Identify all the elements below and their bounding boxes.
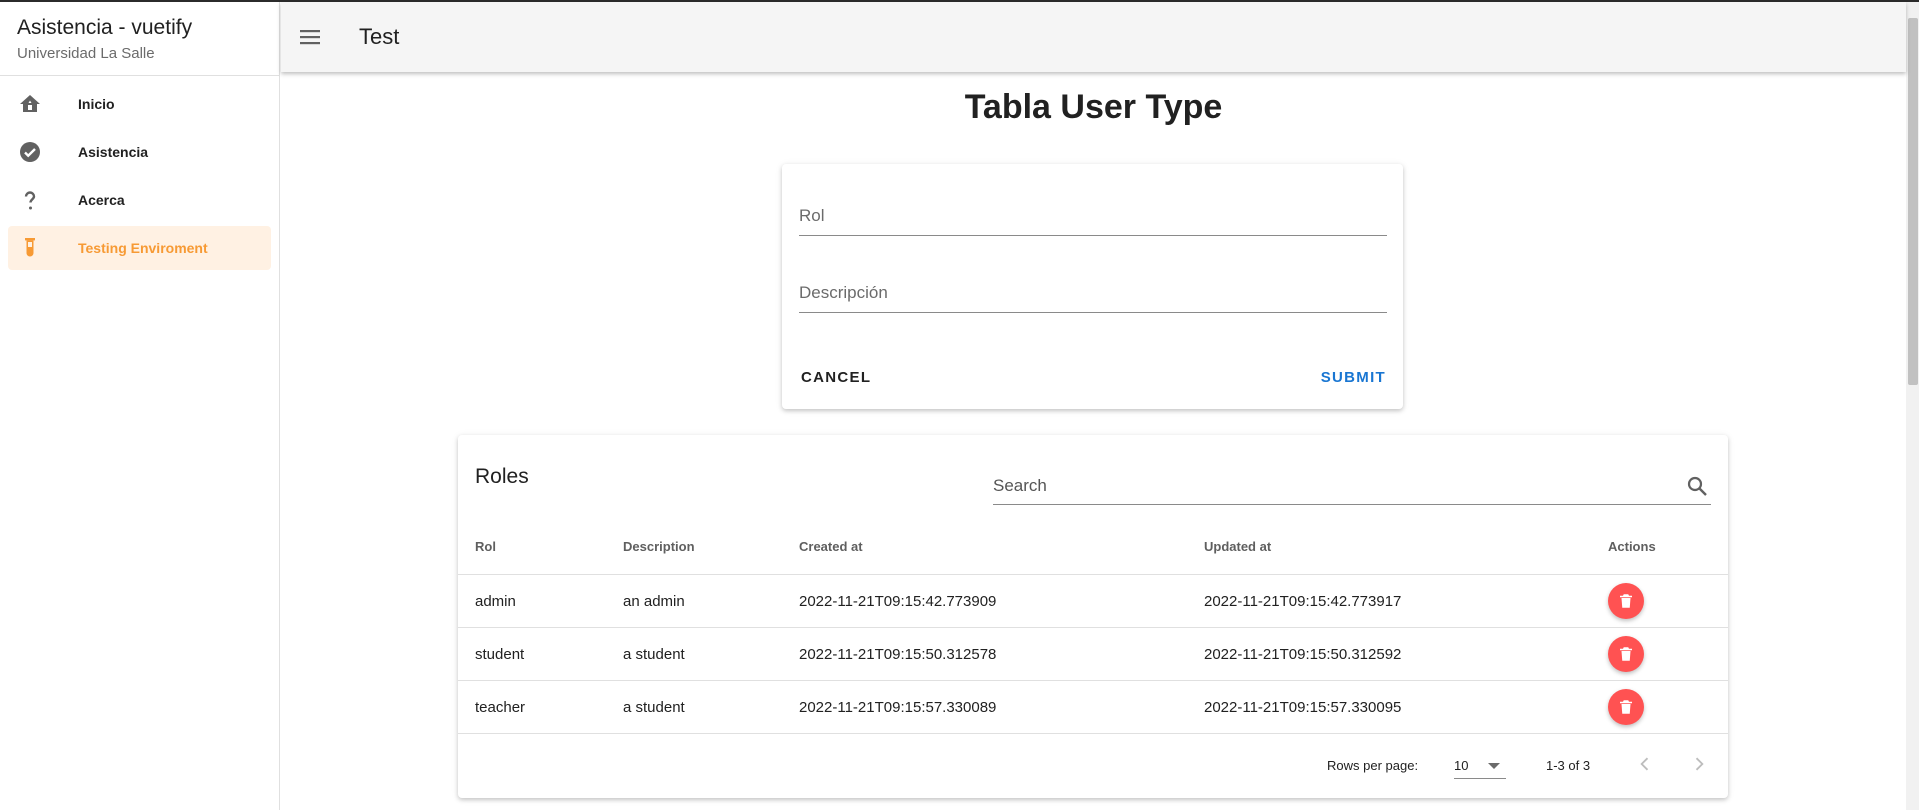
cell-description: a student [623,646,685,663]
user-type-form: Rol Descripción CANCEL SUBMIT [782,164,1403,409]
table-row: student a student 2022-11-21T09:15:50.31… [458,628,1728,681]
previous-page-button[interactable] [1630,749,1660,779]
trash-icon [1620,700,1632,714]
delete-button[interactable] [1608,583,1644,619]
descripcion-field[interactable]: Descripción [799,273,1387,313]
search-placeholder: Search [993,476,1047,495]
sidebar-item-label: Inicio [78,96,115,112]
cell-updated-at: 2022-11-21T09:15:42.773917 [1204,593,1402,610]
scrollbar-thumb[interactable] [1908,18,1918,385]
rol-placeholder: Rol [799,206,825,225]
cell-created-at: 2022-11-21T09:15:50.312578 [799,646,997,663]
app-title: Asistencia - vuetify [17,16,193,39]
sidebar-item-label: Asistencia [78,144,149,160]
check-circle-icon [20,142,40,162]
cell-description: a student [623,699,685,716]
pagination-range: 1-3 of 3 [1546,758,1591,773]
table-row: admin an admin 2022-11-21T09:15:42.77390… [458,575,1728,628]
chevron-right-icon [1695,757,1704,771]
cancel-button[interactable]: CANCEL [801,369,871,386]
descripcion-placeholder: Descripción [799,283,888,302]
cell-updated-at: 2022-11-21T09:15:57.330095 [1204,699,1402,716]
search-icon[interactable] [1685,474,1709,498]
column-header-rol[interactable]: Rol [475,539,496,554]
search-input[interactable]: Search [993,465,1711,505]
chevron-left-icon [1640,757,1649,771]
sidebar-item-inicio[interactable]: Inicio [8,82,271,126]
trash-icon [1620,594,1632,608]
chevron-down-icon [1488,763,1500,769]
roles-table-card: Roles Search Rol Description Created at … [458,435,1728,798]
help-icon [24,191,36,210]
next-page-button[interactable] [1684,749,1714,779]
sidebar-item-label: Testing Enviroment [78,240,208,256]
drawer-header: Asistencia - vuetify Universidad La Sall… [0,2,279,76]
column-header-description[interactable]: Description [623,539,695,554]
menu-icon[interactable] [297,25,323,49]
nav-list: Inicio Asistencia Acerca Testing Envirom… [0,76,279,270]
page-title: Tabla User Type [964,88,1223,126]
sidebar-item-label: Acerca [78,192,125,208]
cell-created-at: 2022-11-21T09:15:57.330089 [799,699,997,716]
cell-description: an admin [623,593,685,610]
cell-rol: admin [475,593,516,610]
app-bar-title: Test [359,24,400,49]
sidebar-item-testing-enviroment[interactable]: Testing Enviroment [8,226,271,270]
column-header-created-at[interactable]: Created at [799,539,863,554]
app-subtitle: Universidad La Salle [17,45,155,62]
rows-per-page-value: 10 [1454,758,1469,773]
cell-rol: student [475,646,525,663]
submit-button[interactable]: SUBMIT [1321,369,1386,386]
rol-field[interactable]: Rol [799,196,1387,236]
delete-button[interactable] [1608,689,1644,725]
rows-per-page-select[interactable]: 10 [1454,751,1506,779]
app-bar: Test [281,2,1906,72]
navigation-drawer: Asistencia - vuetify Universidad La Sall… [0,2,280,810]
test-tube-icon [25,238,35,257]
table-title: Roles [475,465,529,488]
rows-per-page-label: Rows per page: [1327,758,1419,773]
delete-button[interactable] [1608,636,1644,672]
cell-created-at: 2022-11-21T09:15:42.773909 [799,593,997,610]
column-header-updated-at[interactable]: Updated at [1204,539,1271,554]
column-header-actions: Actions [1608,539,1656,554]
sidebar-item-acerca[interactable]: Acerca [8,178,271,222]
cell-updated-at: 2022-11-21T09:15:50.312592 [1204,646,1402,663]
sidebar-item-asistencia[interactable]: Asistencia [8,130,271,174]
table-row: teacher a student 2022-11-21T09:15:57.33… [458,681,1728,734]
trash-icon [1620,647,1632,661]
home-icon [20,95,40,112]
cell-rol: teacher [475,699,526,716]
